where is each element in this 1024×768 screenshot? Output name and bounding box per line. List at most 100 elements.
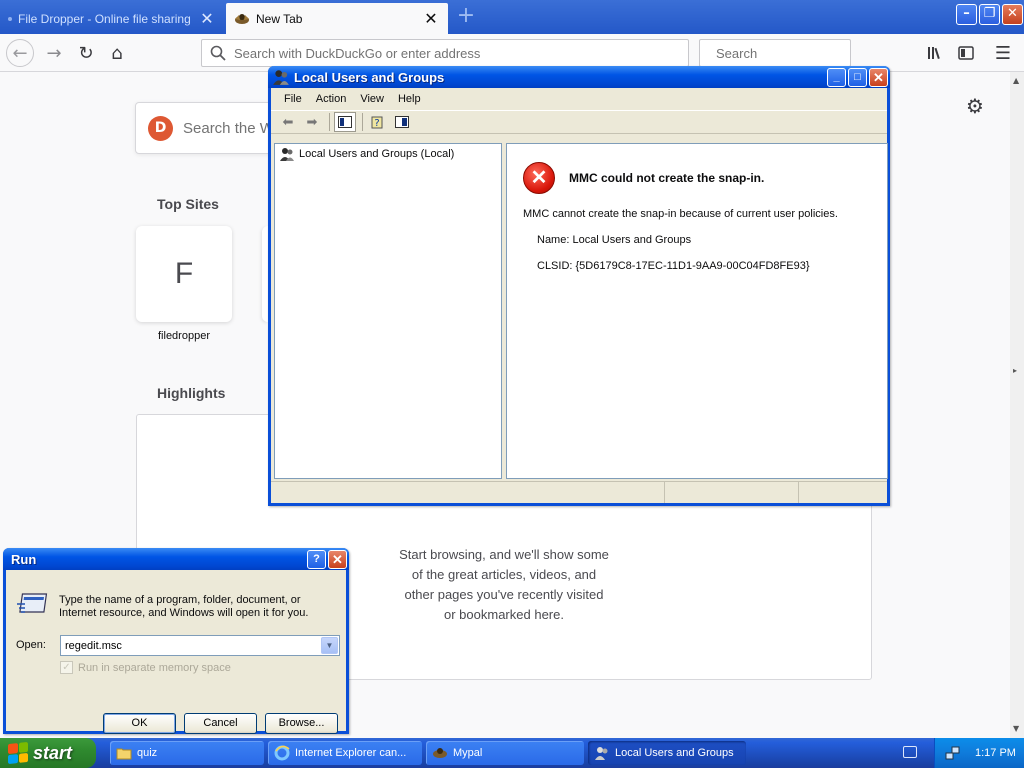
hamburger-menu-icon[interactable]: ☰ <box>990 40 1016 66</box>
taskbar-item-label: quiz <box>137 747 158 759</box>
search-input[interactable] <box>716 45 892 61</box>
run-title: Run <box>11 551 37 567</box>
cancel-button[interactable]: Cancel <box>184 713 257 734</box>
chevron-down-icon[interactable]: ▼ <box>321 637 338 654</box>
tab-file-dropper[interactable]: File Dropper - Online file sharing ✕ <box>0 3 224 34</box>
error-icon: ✕ <box>523 162 555 194</box>
tab-title: New Tab <box>256 11 303 26</box>
tree-node-local-users[interactable]: Local Users and Groups (Local) <box>275 144 501 164</box>
minimize-button[interactable]: _ <box>827 67 846 87</box>
menu-help[interactable]: Help <box>391 93 428 105</box>
mypal-favicon-icon <box>235 13 249 24</box>
error-snapin-name: Name: Local Users and Groups <box>537 234 692 246</box>
close-window-button[interactable]: ✕ <box>1002 4 1023 25</box>
menu-file[interactable]: File <box>277 93 309 105</box>
status-section <box>799 482 885 503</box>
address-input[interactable] <box>234 45 688 61</box>
scroll-up-icon[interactable]: ▲ <box>1013 76 1019 85</box>
menu-view[interactable]: View <box>353 93 391 105</box>
separate-memory-checkbox: ✓ <box>60 661 73 674</box>
close-button[interactable]: ✕ <box>328 549 347 569</box>
status-bar <box>271 481 887 503</box>
top-site-label: filedropper <box>158 330 210 342</box>
status-section <box>271 482 665 503</box>
top-site-tile[interactable]: F <box>136 226 232 322</box>
open-label: Open: <box>16 639 46 651</box>
forward-arrow-icon[interactable]: ➡ <box>301 112 323 132</box>
back-arrow-icon[interactable]: ⬅ <box>277 112 299 132</box>
network-icon[interactable] <box>945 745 961 761</box>
close-tab-icon[interactable]: ✕ <box>198 9 216 28</box>
error-body: MMC cannot create the snap-in because of… <box>523 208 838 220</box>
mmc-title-bar[interactable]: Local Users and Groups _ □ ✕ <box>268 66 890 88</box>
start-button[interactable]: start <box>0 738 96 768</box>
show-hide-tree-icon[interactable] <box>334 112 356 132</box>
taskbar-item-local-users[interactable]: Local Users and Groups <box>588 741 746 765</box>
keyboard-icon[interactable] <box>903 746 917 758</box>
run-title-bar[interactable]: Run ? ✕ <box>3 548 349 570</box>
toolbar-separator <box>362 113 363 131</box>
error-clsid: CLSID: {5D6179C8-17EC-11D1-9AA9-00C04FD8… <box>537 260 810 272</box>
sidebar-icon[interactable] <box>953 40 979 66</box>
taskbar-item-label: Internet Explorer can... <box>295 747 407 759</box>
loading-dot-icon <box>8 16 12 21</box>
properties-icon[interactable] <box>391 112 413 132</box>
run-description: Type the name of a program, folder, docu… <box>59 594 309 619</box>
close-tab-icon[interactable]: ✕ <box>422 9 440 28</box>
tab-strip: File Dropper - Online file sharing ✕ New… <box>0 0 1024 34</box>
mypal-icon <box>433 748 447 758</box>
tab-title: File Dropper - Online file sharing <box>18 11 191 26</box>
start-label: start <box>33 742 73 763</box>
scroll-thumb-icon[interactable]: ▸ <box>1013 366 1017 375</box>
open-combobox[interactable]: ▼ <box>60 635 340 656</box>
library-icon[interactable] <box>922 40 948 66</box>
console-tree: Local Users and Groups (Local) <box>274 143 502 479</box>
run-dialog-body: Type the name of a program, folder, docu… <box>6 570 346 734</box>
separate-memory-label: Run in separate memory space <box>78 661 231 674</box>
help-button[interactable]: ? <box>307 549 326 569</box>
maximize-button[interactable]: □ <box>848 67 867 87</box>
close-button[interactable]: ✕ <box>869 67 888 87</box>
back-arrow-icon[interactable]: ← <box>6 39 34 67</box>
search-icon <box>210 45 226 61</box>
taskbar-item-quiz[interactable]: quiz <box>110 741 264 765</box>
internet-explorer-icon <box>274 745 290 761</box>
tab-new-tab[interactable]: New Tab ✕ <box>226 3 448 34</box>
ok-button[interactable]: OK <box>103 713 176 734</box>
users-group-icon <box>273 70 289 85</box>
reload-icon[interactable]: ↻ <box>72 39 100 67</box>
taskbar-item-ie[interactable]: Internet Explorer can... <box>268 741 422 765</box>
system-tray: 1:17 PM <box>934 738 1024 768</box>
error-title: MMC could not create the snap-in. <box>569 171 765 185</box>
browse-button[interactable]: Browse... <box>265 713 338 734</box>
taskbar-item-label: Local Users and Groups <box>615 747 734 759</box>
forward-arrow-icon[interactable]: → <box>40 39 68 67</box>
run-dialog: Run ? ✕ Type the name of a program, fold… <box>3 548 349 734</box>
toolbar-separator <box>329 113 330 131</box>
open-input[interactable] <box>61 639 321 652</box>
menu-action[interactable]: Action <box>309 93 354 105</box>
scroll-down-icon[interactable]: ▼ <box>1013 724 1019 733</box>
duckduckgo-logo-icon: D <box>148 115 173 141</box>
gear-icon[interactable]: ⚙ <box>966 94 984 118</box>
top-sites-heading: Top Sites <box>157 196 219 212</box>
minimize-button[interactable]: – <box>956 4 977 25</box>
separate-memory-option: ✓ Run in separate memory space <box>60 661 231 674</box>
mmc-title: Local Users and Groups <box>294 69 445 85</box>
mmc-window: Local Users and Groups _ □ ✕ File Action… <box>268 66 890 506</box>
taskbar-item-mypal[interactable]: Mypal <box>426 741 584 765</box>
users-group-icon <box>595 747 608 760</box>
vertical-scrollbar[interactable]: ▲ ▸ ▼ <box>1010 72 1024 738</box>
clock[interactable]: 1:17 PM <box>975 747 1016 759</box>
detail-pane: ✕ MMC could not create the snap-in. MMC … <box>506 143 888 479</box>
search-bar[interactable] <box>699 39 892 67</box>
taskbar-item-label: Mypal <box>453 747 483 759</box>
folder-icon <box>116 748 132 760</box>
home-icon[interactable]: ⌂ <box>103 39 131 67</box>
users-group-icon <box>280 148 294 161</box>
taskbar: start quiz Internet Explorer can... Mypa… <box>0 738 1024 768</box>
new-tab-plus-icon[interactable]: + <box>454 5 478 29</box>
address-bar[interactable] <box>201 39 689 67</box>
restore-button[interactable]: ❐ <box>979 4 1000 25</box>
help-icon[interactable]: ? <box>367 112 389 132</box>
